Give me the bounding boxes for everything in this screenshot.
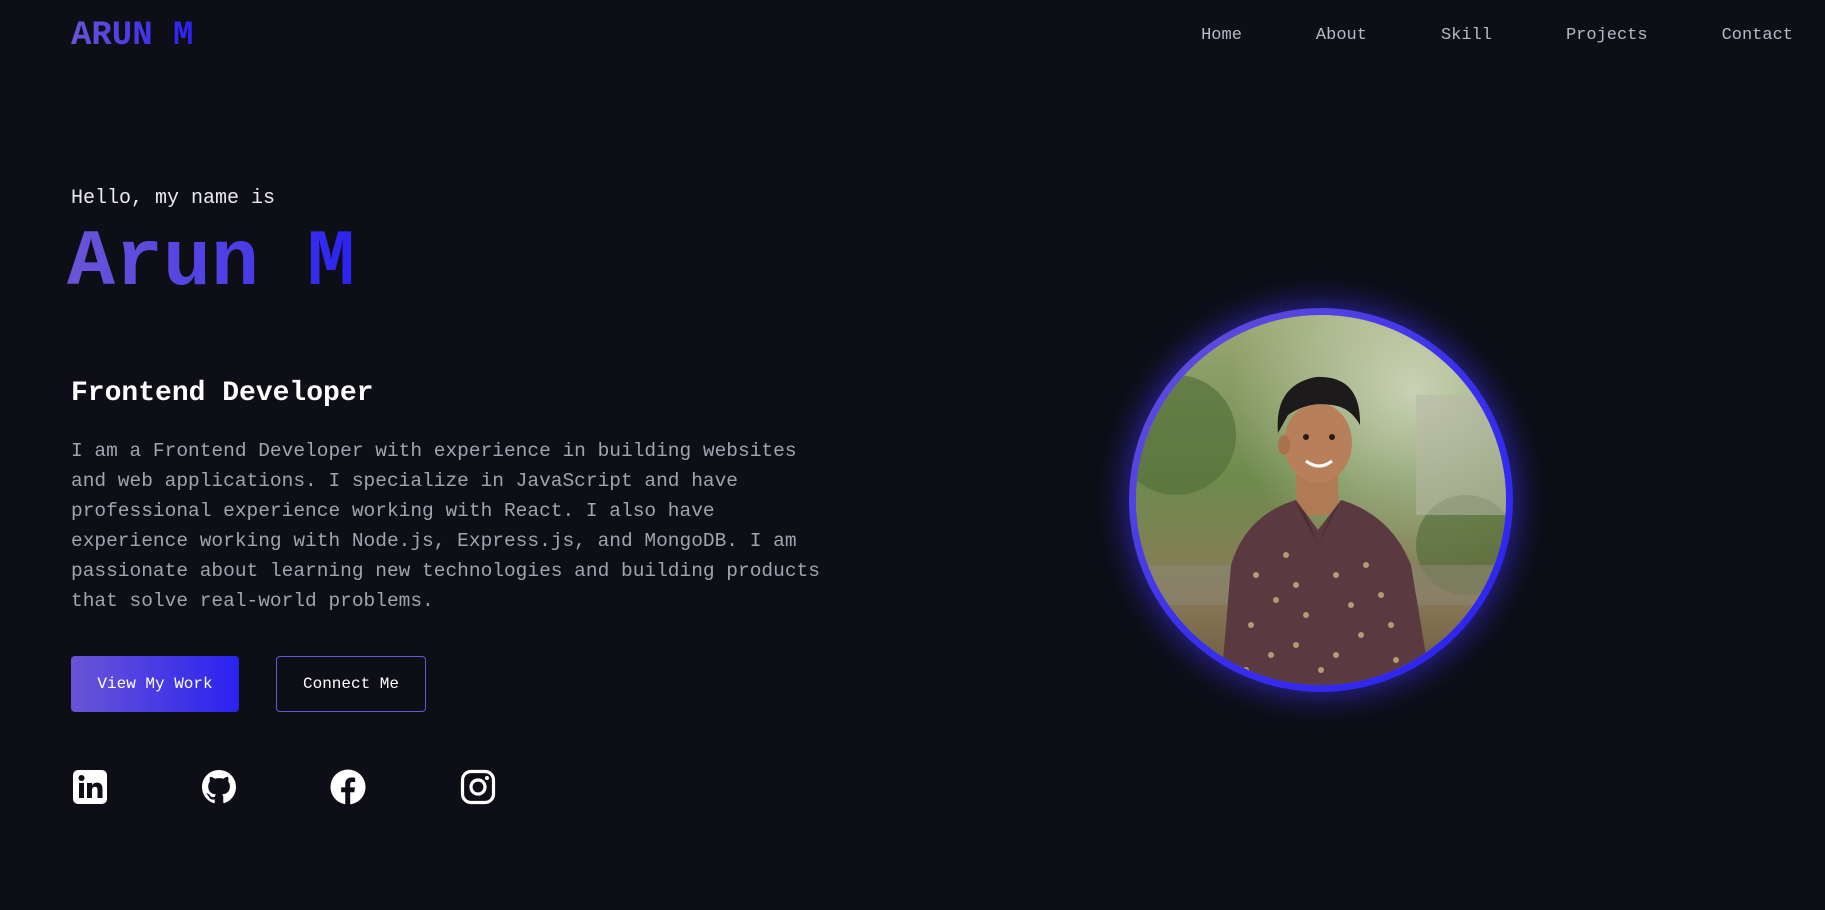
linkedin-icon[interactable] [71, 768, 109, 806]
nav-home-link[interactable]: Home [1201, 24, 1242, 48]
portfolio-page: ARUN M Home About Skill Projects Contact… [0, 0, 1825, 910]
hero-role: Frontend Developer [71, 378, 374, 409]
site-logo[interactable]: ARUN M [71, 16, 193, 56]
view-my-work-button[interactable]: View My Work [71, 656, 239, 712]
hero-bio: I am a Frontend Developer with experienc… [71, 440, 820, 612]
site-header: ARUN M Home About Skill Projects Contact [0, 0, 1825, 72]
nav-contact-link[interactable]: Contact [1722, 24, 1793, 48]
main-nav: Home About Skill Projects Contact [1127, 24, 1793, 48]
github-icon[interactable] [200, 768, 238, 806]
facebook-icon[interactable] [329, 768, 367, 806]
nav-projects-link[interactable]: Projects [1566, 24, 1648, 48]
nav-about-link[interactable]: About [1316, 24, 1367, 48]
hero-name: Arun M [67, 218, 356, 309]
connect-me-button[interactable]: Connect Me [276, 656, 426, 712]
instagram-icon[interactable] [459, 768, 497, 806]
nav-skill-link[interactable]: Skill [1441, 24, 1492, 48]
profile-photo-frame [1129, 308, 1513, 692]
profile-photo [1136, 315, 1506, 685]
hero-greeting: Hello, my name is [71, 187, 276, 210]
